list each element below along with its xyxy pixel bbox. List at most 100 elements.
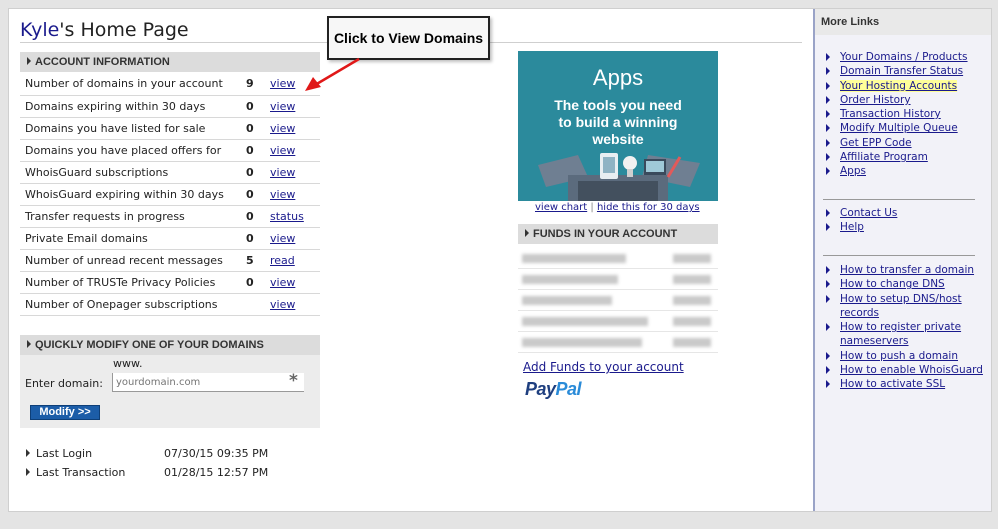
sidebar-link[interactable]: How to push a domain	[840, 350, 958, 362]
table-row: Private Email domains 0 view	[20, 227, 320, 250]
user-name: Kyle	[20, 19, 60, 41]
sidebar-item: How to register private nameservers	[823, 320, 983, 349]
sidebar-divider	[823, 255, 975, 256]
row-label: Number of Onepager subscriptions	[20, 293, 242, 316]
add-funds-link[interactable]: Add Funds to your account	[523, 360, 684, 374]
row-action-cell: view	[270, 271, 320, 294]
sidebar-howto-links: How to transfer a domain How to change DN…	[823, 263, 983, 392]
row-count: 0	[242, 271, 270, 294]
sidebar-link[interactable]: How to setup DNS/host records	[840, 293, 962, 319]
sidebar-item: Apps	[823, 164, 983, 178]
row-count: 0	[242, 183, 270, 206]
triangle-icon	[826, 167, 830, 176]
main-content: Kyle's Home Page Click to View Domains A…	[9, 9, 813, 511]
row-count: 0	[242, 95, 270, 118]
view-chart-link[interactable]: view chart	[535, 202, 587, 213]
row-action-link[interactable]: status	[270, 210, 304, 223]
row-action-cell: view	[270, 95, 320, 118]
row-action-link[interactable]: view	[270, 298, 295, 311]
funds-row	[518, 290, 718, 311]
row-action-link[interactable]: view	[270, 122, 295, 135]
paypal-logo-pay: Pay	[525, 379, 556, 399]
ad-link-separator: |	[590, 202, 594, 213]
row-action-cell: read	[270, 249, 320, 272]
page-title-suffix: 's Home Page	[59, 19, 189, 41]
triangle-icon	[826, 380, 830, 389]
row-action-link[interactable]: read	[270, 254, 295, 267]
redacted-label	[522, 254, 626, 263]
table-row: Transfer requests in progress 0 status	[20, 205, 320, 228]
sidebar-link[interactable]: How to enable WhoisGuard	[840, 364, 983, 376]
quick-modify-header: QUICKLY MODIFY ONE OF YOUR DOMAINS	[20, 335, 320, 355]
ad-subtitle: The tools you need to build a winning we…	[518, 97, 718, 148]
www-prefix: www.	[113, 357, 143, 370]
row-label: Transfer requests in progress	[20, 205, 242, 228]
sidebar-item: How to enable WhoisGuard	[823, 363, 983, 377]
last-transaction-label: Last Transaction	[36, 466, 126, 479]
row-count: 0	[242, 161, 270, 184]
sidebar-link[interactable]: How to activate SSL	[840, 378, 945, 390]
modify-button[interactable]: Modify >>	[30, 405, 100, 420]
sidebar-link[interactable]: How to transfer a domain	[840, 264, 974, 276]
triangle-icon	[826, 351, 830, 360]
sidebar-link[interactable]: Apps	[840, 165, 866, 177]
row-action-link[interactable]: view	[270, 166, 295, 179]
enter-domain-label: Enter domain:	[25, 377, 103, 390]
sidebar-link[interactable]: Contact Us	[840, 207, 897, 219]
funds-table	[518, 248, 718, 353]
last-transaction-row: Last Transaction 01/28/15 12:57 PM	[26, 466, 268, 479]
triangle-icon	[826, 266, 830, 274]
sidebar-link[interactable]: Your Hosting Accounts	[840, 79, 958, 92]
row-action-link[interactable]: view	[270, 100, 295, 113]
apps-ad-banner[interactable]: Apps The tools you need to build a winni…	[518, 51, 718, 201]
row-label: Domains expiring within 30 days	[20, 95, 242, 118]
row-label: Number of unread recent messages	[20, 249, 242, 272]
sidebar-link[interactable]: Order History	[840, 94, 911, 106]
sidebar-link[interactable]: Affiliate Program	[840, 151, 928, 163]
hide-ad-link[interactable]: hide this for 30 days	[597, 202, 700, 213]
callout-box: Click to View Domains	[327, 16, 490, 60]
required-asterisk-icon: *	[289, 371, 298, 391]
row-action-link[interactable]: view	[270, 276, 295, 289]
row-action-cell: view	[270, 293, 320, 316]
paypal-logo[interactable]: PayPal	[525, 379, 582, 400]
triangle-icon	[27, 340, 31, 348]
row-action-link[interactable]: view	[270, 232, 295, 245]
sidebar-link[interactable]: Your Domains / Products	[840, 51, 968, 63]
sidebar-link[interactable]: How to change DNS	[840, 278, 945, 290]
row-action-link[interactable]: view	[270, 77, 295, 90]
sidebar-account-links: Your Domains / Products Domain Transfer S…	[823, 50, 983, 179]
last-login-value: 07/30/15 09:35 PM	[164, 447, 269, 460]
sidebar-link[interactable]: Transaction History	[840, 108, 941, 120]
sidebar-link[interactable]: Domain Transfer Status	[840, 65, 963, 77]
sidebar-item: Your Hosting Accounts	[823, 79, 983, 93]
ad-title: Apps	[592, 65, 644, 90]
triangle-icon	[826, 138, 830, 147]
sidebar-item: How to change DNS	[823, 277, 983, 291]
row-action-cell: view	[270, 161, 320, 184]
table-row: Domains you have placed offers for 0 view	[20, 139, 320, 162]
row-action-link[interactable]: view	[270, 144, 295, 157]
triangle-icon	[826, 81, 830, 90]
sidebar-item: Modify Multiple Queue	[823, 121, 983, 135]
account-info-header: ACCOUNT INFORMATION	[20, 52, 320, 72]
row-action-cell: view	[270, 227, 320, 250]
sidebar-link[interactable]: Help	[840, 221, 864, 233]
sidebar-item: How to activate SSL	[823, 377, 983, 391]
sidebar-link[interactable]: Get EPP Code	[840, 137, 912, 149]
funds-row	[518, 248, 718, 269]
sidebar-link[interactable]: How to register private nameservers	[840, 321, 961, 347]
redacted-value	[673, 317, 711, 326]
triangle-icon	[826, 366, 830, 375]
row-action-link[interactable]: view	[270, 188, 295, 201]
account-info-title: ACCOUNT INFORMATION	[35, 56, 170, 68]
funds-row	[518, 332, 718, 353]
last-login-label: Last Login	[36, 447, 93, 460]
sidebar-divider	[823, 199, 975, 200]
domain-input[interactable]	[112, 373, 304, 392]
page-title: Kyle's Home Page	[20, 19, 189, 41]
triangle-icon	[826, 53, 830, 61]
sidebar-header: More Links	[815, 9, 991, 35]
row-count: 0	[242, 139, 270, 162]
sidebar-link[interactable]: Modify Multiple Queue	[840, 122, 958, 134]
